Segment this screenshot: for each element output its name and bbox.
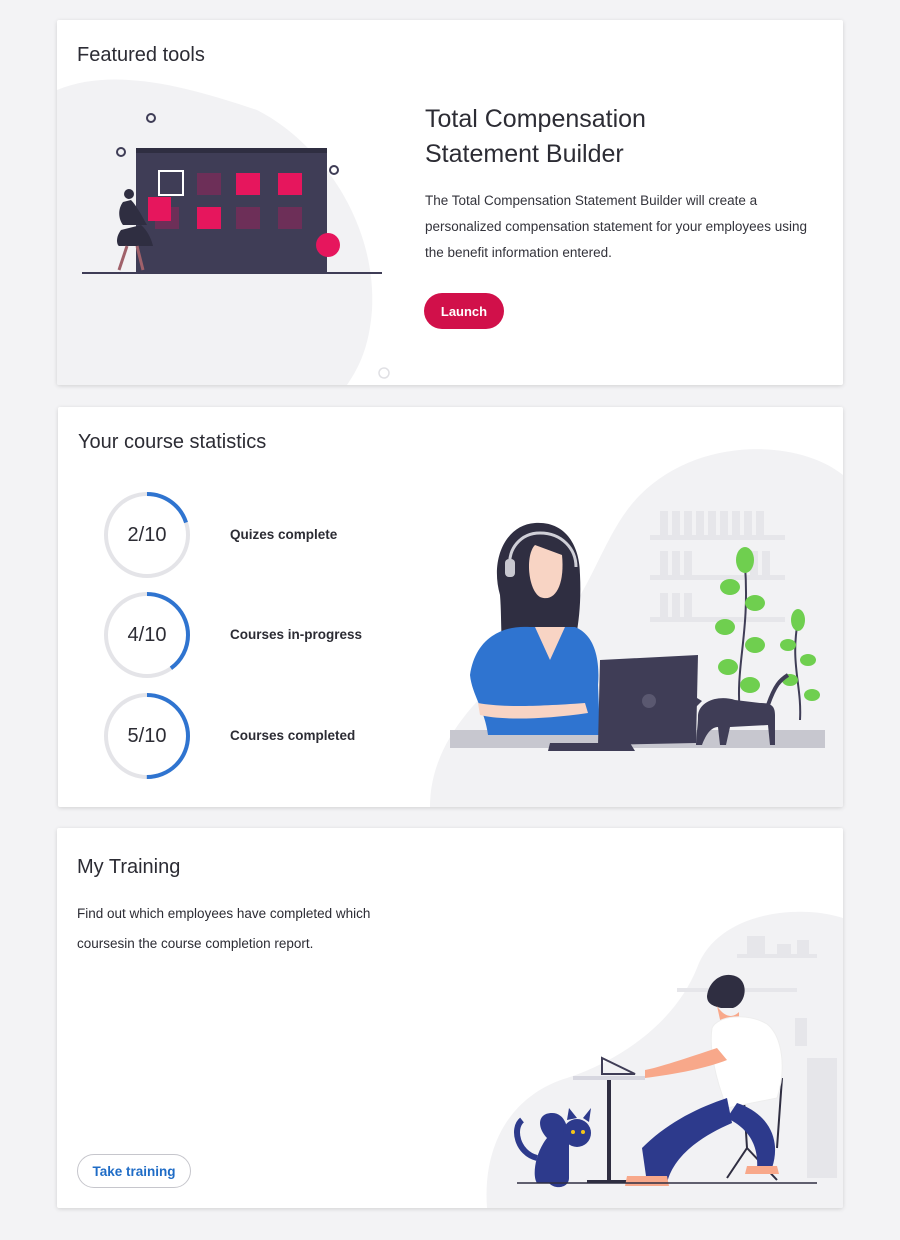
stat-courses-in-progress: 4/10 Courses in-progress: [102, 590, 422, 680]
tool-description: The Total Compensation Statement Builder…: [425, 193, 807, 260]
launch-button[interactable]: Launch: [424, 293, 504, 329]
my-training-card: My Training Find out which employees hav…: [57, 828, 843, 1208]
building-illustration: [57, 79, 390, 385]
tool-heading-line-2: Statement Builder: [425, 140, 624, 168]
stat-quizzes: 2/10 Quizes complete: [102, 490, 422, 580]
featured-tools-card: Featured tools Total Compensation Statem…: [57, 20, 843, 385]
course-statistics-card: Your course statistics 2/10 Quizes compl…: [58, 407, 843, 807]
stat-courses-completed: 5/10 Courses completed: [102, 691, 422, 781]
stat-label: Quizes complete: [230, 527, 338, 542]
training-description: Find out which employees have completed …: [77, 906, 371, 951]
stat-label: Courses completed: [230, 728, 356, 743]
man-laptop-illustration: [486, 911, 843, 1208]
course-statistics-title: Your course statistics: [78, 431, 267, 453]
take-training-button[interactable]: Take training: [77, 1154, 191, 1188]
tool-heading: Total Compensation Statement Builder: [425, 102, 745, 172]
stat-value: 2/10: [127, 524, 167, 546]
my-training-title: My Training: [77, 856, 181, 878]
stat-value: 4/10: [127, 624, 167, 646]
stat-value: 5/10: [127, 725, 167, 747]
featured-tools-title: Featured tools: [77, 44, 205, 66]
tool-heading-line-1: Total Compensation: [425, 105, 646, 133]
woman-laptop-illustration: [430, 449, 843, 807]
stat-label: Courses in-progress: [230, 627, 363, 642]
